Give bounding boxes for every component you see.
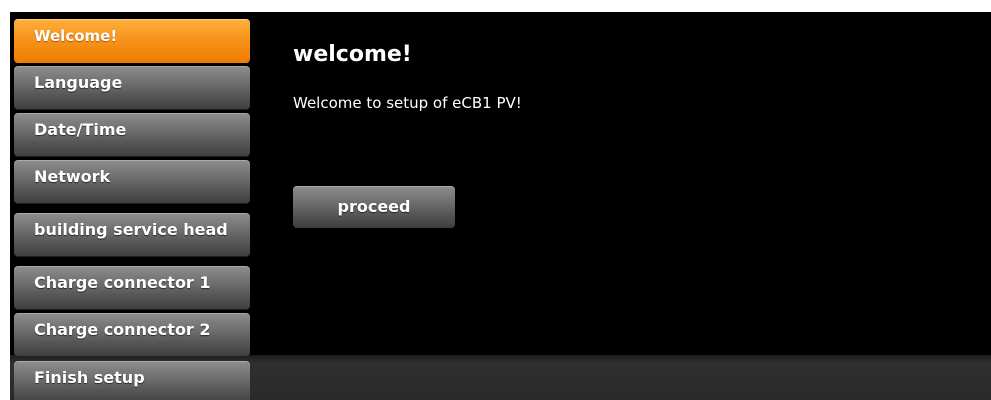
sidebar-item-network[interactable]: Network bbox=[14, 160, 250, 204]
sidebar-item-language[interactable]: Language bbox=[14, 66, 250, 110]
sidebar-item-charge-connector-2[interactable]: Charge connector 2 bbox=[14, 313, 250, 357]
page-title: welcome! bbox=[293, 42, 412, 67]
sidebar-item-finish-setup[interactable]: Finish setup bbox=[14, 361, 250, 400]
sidebar-item-date-time[interactable]: Date/Time bbox=[14, 113, 250, 157]
sidebar-item-charge-connector-1[interactable]: Charge connector 1 bbox=[14, 266, 250, 310]
sidebar-item-welcome[interactable]: Welcome! bbox=[14, 19, 250, 63]
welcome-message: Welcome to setup of eCB1 PV! bbox=[293, 94, 522, 112]
sidebar-item-building-service-head[interactable]: building service head bbox=[14, 213, 250, 257]
proceed-button[interactable]: proceed bbox=[293, 186, 455, 228]
setup-window: Welcome! Language Date/Time Network buil… bbox=[10, 12, 991, 400]
